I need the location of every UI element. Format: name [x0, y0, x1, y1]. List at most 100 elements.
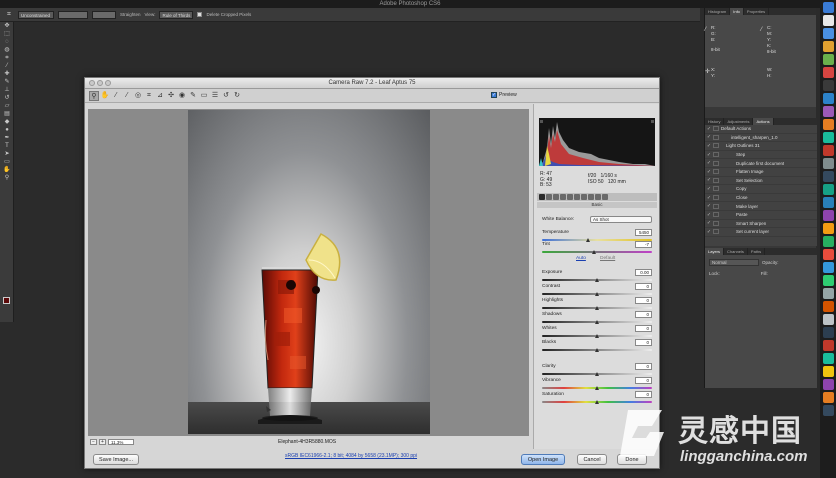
slider-value-field[interactable]: 0 — [635, 391, 652, 398]
zoom-window-button[interactable] — [105, 80, 111, 86]
gradient-tool-icon[interactable]: ▤ — [2, 111, 12, 118]
zoom-in-button[interactable]: + — [99, 439, 106, 445]
action-checkmark-icon[interactable]: ✓ — [705, 220, 713, 226]
tab-info[interactable]: Info — [730, 8, 744, 15]
action-item[interactable]: ✓ Light Outlines 31 — [705, 142, 817, 151]
path-select-tool-icon[interactable]: ➤ — [2, 151, 12, 158]
slider-thumb[interactable] — [594, 278, 599, 282]
color-sampler-tool-icon[interactable]: ⁄ — [122, 91, 132, 101]
default-link[interactable]: Default — [600, 256, 615, 261]
hsl-tab-icon[interactable] — [560, 194, 566, 200]
dock-app-icon[interactable] — [822, 106, 834, 117]
lens-tab-icon[interactable] — [574, 194, 580, 200]
dock-app-icon[interactable] — [822, 184, 834, 195]
dock-app-icon[interactable] — [822, 275, 834, 286]
action-checkmark-icon[interactable]: ✓ — [705, 143, 713, 149]
action-dialog-toggle[interactable] — [713, 152, 719, 158]
slider-value-field[interactable]: 0 — [635, 363, 652, 370]
action-dialog-toggle[interactable] — [713, 126, 719, 132]
action-checkmark-icon[interactable]: ✓ — [705, 186, 713, 192]
type-tool-icon[interactable]: T — [2, 143, 12, 150]
dock-app-icon[interactable] — [822, 2, 834, 13]
dock-app-icon[interactable] — [822, 210, 834, 221]
auto-link[interactable]: Auto — [576, 256, 586, 261]
minimize-window-button[interactable] — [97, 80, 103, 86]
delete-cropped-checkbox[interactable] — [197, 12, 203, 17]
action-checkmark-icon[interactable]: ✓ — [705, 212, 713, 218]
hand-tool-icon[interactable]: ✋ — [100, 91, 110, 101]
dock-app-icon[interactable] — [822, 119, 834, 130]
slider-value-field[interactable]: 0 — [635, 283, 652, 290]
stamp-tool-icon[interactable]: ⊥ — [2, 87, 12, 94]
action-dialog-toggle[interactable] — [713, 177, 719, 183]
action-item[interactable]: ✓ Paste — [705, 211, 817, 220]
dock-app-icon[interactable] — [822, 353, 834, 364]
slider-value-field[interactable]: 0 — [635, 339, 652, 346]
red-eye-icon[interactable]: ◉ — [177, 91, 187, 101]
action-dialog-toggle[interactable] — [713, 169, 719, 175]
basic-tab-icon[interactable] — [539, 194, 545, 200]
action-item[interactable]: ✓ Smart Sharpen — [705, 220, 817, 229]
action-dialog-toggle[interactable] — [713, 203, 719, 209]
action-dialog-toggle[interactable] — [713, 160, 719, 166]
presets-tab-icon[interactable] — [595, 194, 601, 200]
open-image-button[interactable]: Open Image — [521, 454, 565, 465]
targeted-adjustment-icon[interactable]: ◎ — [133, 91, 143, 101]
slider-value-field[interactable]: -7 — [635, 241, 652, 248]
dock-app-icon[interactable] — [822, 249, 834, 260]
highlight-clipping-toggle[interactable] — [651, 120, 654, 123]
pen-tool-icon[interactable]: ✒ — [2, 135, 12, 142]
action-dialog-toggle[interactable] — [713, 143, 719, 149]
blur-tool-icon[interactable]: ◆ — [2, 119, 12, 126]
dock-app-icon[interactable] — [822, 28, 834, 39]
spot-removal-icon[interactable]: ✣ — [166, 91, 176, 101]
rotate-ccw-icon[interactable]: ↺ — [221, 91, 231, 101]
dock-app-icon[interactable] — [822, 80, 834, 91]
slider-value-field[interactable]: 0 — [635, 377, 652, 384]
slider-value-field[interactable]: 0 — [635, 311, 652, 318]
tab-properties[interactable]: Properties — [744, 8, 770, 15]
dock-app-icon[interactable] — [822, 197, 834, 208]
action-checkmark-icon[interactable]: ✓ — [705, 152, 713, 158]
dock-app-icon[interactable] — [822, 314, 834, 325]
tab-actions[interactable]: Actions — [753, 118, 774, 125]
ratio-select[interactable]: Unconstrained — [18, 10, 54, 19]
slider-thumb[interactable] — [594, 400, 599, 404]
action-checkmark-icon[interactable]: ✓ — [705, 195, 713, 201]
dock-app-icon[interactable] — [822, 158, 834, 169]
slider-value-field[interactable]: 0 — [635, 325, 652, 332]
close-window-button[interactable] — [89, 80, 95, 86]
zoom-tool-icon[interactable]: ⚲ — [2, 175, 12, 182]
preview-checkbox[interactable]: ✓ — [491, 92, 497, 98]
quick-select-tool-icon[interactable]: ◍ — [2, 47, 12, 54]
camera-calibration-tab-icon[interactable] — [588, 194, 594, 200]
straighten-tool-icon[interactable]: ⊿ — [155, 91, 165, 101]
height-field[interactable] — [92, 10, 116, 19]
action-dialog-toggle[interactable] — [713, 134, 719, 140]
straighten-label[interactable]: Straighten — [120, 12, 141, 17]
zoom-level-select[interactable]: 11.3% — [108, 439, 134, 445]
preferences-icon[interactable]: ☰ — [210, 91, 220, 101]
slider-thumb[interactable] — [594, 292, 599, 296]
tab-adjustments[interactable]: Adjustments — [724, 118, 754, 125]
action-dialog-toggle[interactable] — [713, 220, 719, 226]
crop-tool-icon[interactable]: ⌗ — [4, 10, 14, 20]
effects-tab-icon[interactable] — [581, 194, 587, 200]
tab-layers[interactable]: Layers — [705, 248, 725, 255]
zoom-tool-icon[interactable]: ⚲ — [89, 90, 99, 101]
dock-app-icon[interactable] — [822, 288, 834, 299]
action-checkmark-icon[interactable]: ✓ — [705, 126, 713, 132]
dock-app-icon[interactable] — [822, 262, 834, 273]
slider-thumb[interactable] — [592, 250, 597, 254]
lasso-tool-icon[interactable]: ◌ — [2, 39, 12, 46]
dock-app-icon[interactable] — [822, 379, 834, 390]
slider-thumb[interactable] — [594, 306, 599, 310]
action-checkmark-icon[interactable]: ✓ — [705, 169, 713, 175]
tab-histogram[interactable]: Histogram — [705, 8, 731, 15]
detail-tab-icon[interactable] — [553, 194, 559, 200]
action-item[interactable]: ✓ intelligent_sharpen_1.0 — [705, 134, 817, 143]
slider-value-field[interactable]: 5450 — [635, 229, 652, 236]
brush-tool-icon[interactable]: ✎ — [2, 79, 12, 86]
white-balance-select[interactable]: As Shot — [590, 216, 652, 223]
dodge-tool-icon[interactable]: ● — [2, 127, 12, 134]
